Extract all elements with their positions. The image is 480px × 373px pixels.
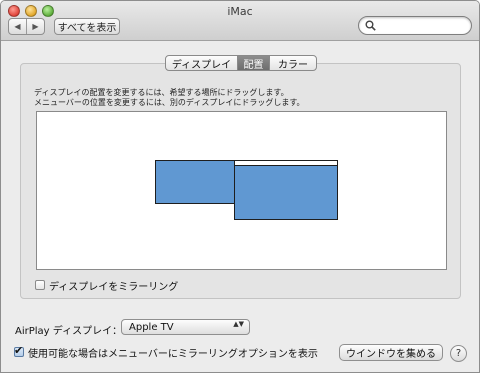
secondary-display[interactable] [155, 160, 235, 204]
tab-arrangement[interactable]: 配置 [238, 56, 270, 70]
search-icon [365, 20, 376, 31]
nav-back-forward: ◀ ▶ [8, 18, 45, 35]
back-arrow-icon[interactable]: ◀ [9, 22, 26, 31]
show-mirroring-label: 使用可能な場合はメニューバーにミラーリングオプションを表示 [28, 349, 318, 360]
preferences-window: iMac ◀ ▶ すべてを表示 ディスプレイ 配置 カラー ディスプレイの配置を… [0, 0, 480, 373]
show-mirroring-checkbox[interactable]: ✔ [14, 344, 24, 357]
tab-display[interactable]: ディスプレイ [166, 56, 238, 70]
tab-bar: ディスプレイ 配置 カラー [165, 55, 317, 71]
airplay-popup[interactable]: Apple TV ▲▼ [121, 319, 250, 335]
mirror-displays-checkbox[interactable] [35, 280, 45, 290]
airplay-label: AirPlay ディスプレイ： [15, 326, 123, 337]
menu-bar-indicator[interactable] [235, 161, 337, 166]
tab-color[interactable]: カラー [270, 56, 316, 71]
checkmark-icon: ✔ [14, 344, 24, 357]
mirror-displays-label: ディスプレイをミラーリング [49, 282, 179, 293]
gather-windows-button[interactable]: ウインドウを集める [339, 344, 443, 361]
forward-arrow-icon[interactable]: ▶ [27, 22, 44, 31]
show-all-button[interactable]: すべてを表示 [54, 18, 120, 35]
primary-display[interactable] [234, 160, 338, 220]
popup-arrows-icon: ▲▼ [233, 320, 244, 328]
airplay-selected: Apple TV [129, 322, 174, 333]
search-field[interactable] [358, 16, 472, 35]
menubar-instruction: メニューバーの位置を変更するには、別のディスプレイにドラッグします。 [34, 98, 305, 107]
title-bar: iMac ◀ ▶ すべてを表示 [1, 1, 479, 41]
help-button[interactable]: ? [450, 345, 467, 362]
